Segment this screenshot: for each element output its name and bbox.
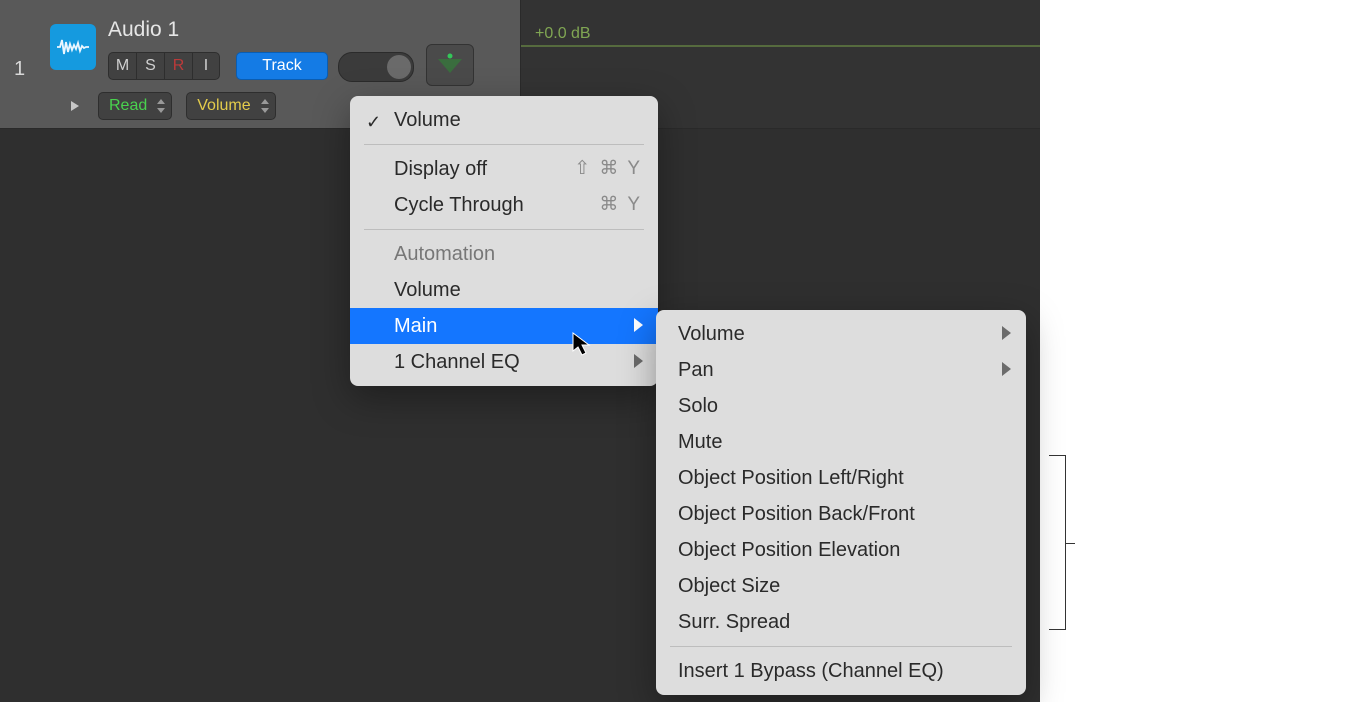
check-icon: ✓ [366, 110, 381, 134]
track-type-icon[interactable] [50, 24, 96, 70]
menu-item-label: Main [394, 315, 437, 337]
automation-param-select[interactable]: Volume [186, 92, 275, 120]
submenu-arrow-icon [632, 353, 644, 369]
record-enable-button[interactable]: R [164, 52, 192, 80]
main-submenu: Volume Pan Solo Mute Object Position Lef… [656, 310, 1026, 695]
menu-item-label: Object Size [678, 575, 780, 597]
menu-item-label: Object Position Elevation [678, 539, 900, 561]
submenu-item-object-size[interactable]: Object Size [656, 568, 1026, 604]
automation-disclosure[interactable] [426, 44, 474, 86]
track-mute-toggle[interactable] [338, 52, 414, 82]
mute-solo-rec-input-group: M S R I [108, 52, 220, 80]
submenu-item-solo[interactable]: Solo [656, 388, 1026, 424]
menu-item-main[interactable]: Main [350, 308, 658, 344]
menu-item-label: Cycle Through [394, 194, 524, 216]
automation-row: Read Volume [66, 92, 276, 120]
menu-item-channel-eq[interactable]: 1 Channel EQ [350, 344, 658, 380]
daw-area: 1 Audio 1 M S R I Track [0, 0, 1040, 702]
menu-item-volume[interactable]: Volume [350, 272, 658, 308]
automation-track-button[interactable]: Track [236, 52, 328, 80]
menu-item-volume-checked[interactable]: ✓ Volume [350, 102, 658, 138]
submenu-item-object-lr[interactable]: Object Position Left/Right [656, 460, 1026, 496]
menu-item-label: Object Position Back/Front [678, 503, 915, 525]
menu-item-label: Display off [394, 158, 487, 180]
menu-separator [364, 229, 644, 230]
submenu-arrow-icon [1000, 361, 1012, 377]
menu-separator [670, 646, 1012, 647]
automation-line[interactable] [521, 45, 1040, 47]
submenu-item-volume[interactable]: Volume [656, 316, 1026, 352]
menu-item-label: Surr. Spread [678, 611, 790, 633]
automation-mode-label: Read [109, 97, 147, 115]
select-arrows-icon [156, 97, 166, 115]
lane-db-label: +0.0 dB [535, 25, 591, 43]
menu-item-label: Mute [678, 431, 722, 453]
menu-item-cycle-through[interactable]: Cycle Through ⌘ Y [350, 187, 658, 223]
automation-param-label: Volume [197, 97, 250, 115]
submenu-item-mute[interactable]: Mute [656, 424, 1026, 460]
menu-section-header: Automation [350, 236, 658, 272]
input-monitor-button[interactable]: I [192, 52, 220, 80]
menu-item-label: Volume [394, 279, 461, 301]
menu-item-label: Object Position Left/Right [678, 467, 904, 489]
menu-separator [364, 144, 644, 145]
menu-item-label: Volume [678, 323, 745, 345]
submenu-item-object-elevation[interactable]: Object Position Elevation [656, 532, 1026, 568]
menu-item-label: 1 Channel EQ [394, 351, 520, 373]
solo-button[interactable]: S [136, 52, 164, 80]
submenu-item-object-bf[interactable]: Object Position Back/Front [656, 496, 1026, 532]
track-number: 1 [14, 58, 25, 81]
menu-item-display-off[interactable]: Display off ⇧ ⌘ Y [350, 151, 658, 187]
automation-param-menu: ✓ Volume Display off ⇧ ⌘ Y Cycle Through… [350, 96, 658, 386]
submenu-item-insert-bypass[interactable]: Insert 1 Bypass (Channel EQ) [656, 653, 1026, 689]
submenu-item-pan[interactable]: Pan [656, 352, 1026, 388]
shortcut-label: ⌘ Y [599, 193, 642, 217]
menu-item-label: Volume [394, 109, 461, 131]
select-arrows-icon [260, 97, 270, 115]
waveform-icon [57, 36, 89, 58]
submenu-item-surr-spread[interactable]: Surr. Spread [656, 604, 1026, 640]
menu-item-label: Pan [678, 359, 714, 381]
menu-item-label: Solo [678, 395, 718, 417]
annotation-bracket [1035, 455, 1066, 630]
toggle-knob [387, 55, 411, 79]
track-name[interactable]: Audio 1 [108, 18, 179, 42]
shortcut-label: ⇧ ⌘ Y [574, 157, 642, 181]
mute-button[interactable]: M [108, 52, 136, 80]
submenu-arrow-icon [1000, 325, 1012, 341]
menu-item-label: Insert 1 Bypass (Channel EQ) [678, 660, 944, 682]
automation-mode-select[interactable]: Read [98, 92, 172, 120]
disclosure-arrow-icon[interactable] [66, 97, 84, 115]
submenu-arrow-icon [632, 317, 644, 333]
automation-arrow-icon [436, 53, 464, 77]
